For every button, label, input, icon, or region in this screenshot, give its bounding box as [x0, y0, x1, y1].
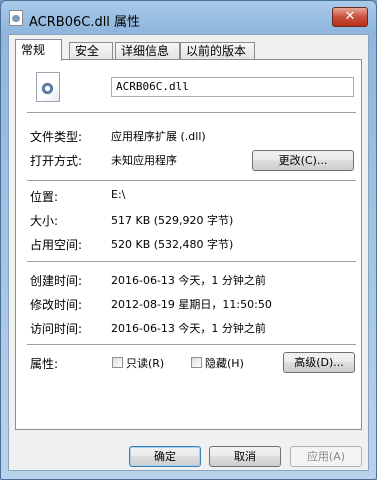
hidden-checkbox[interactable]: [191, 357, 202, 368]
size-value: 517 KB (529,920 字节): [111, 214, 234, 227]
advanced-button[interactable]: 高级(D)...: [283, 352, 355, 373]
location-value: E:\: [111, 188, 126, 201]
divider: [27, 261, 356, 263]
divider: [27, 180, 356, 182]
hidden-label[interactable]: 隐藏(H): [205, 355, 244, 371]
accessed-value: 2016-06-13 今天，1 分钟之前: [111, 322, 266, 335]
attributes-label: 属性:: [30, 357, 59, 371]
created-label: 创建时间:: [30, 274, 83, 288]
file-name-field[interactable]: ACRB06C.dll: [111, 77, 354, 97]
location-label: 位置:: [30, 190, 59, 204]
change-button[interactable]: 更改(C)...: [252, 150, 354, 171]
size-label: 大小:: [30, 214, 59, 228]
apply-button[interactable]: 应用(A): [290, 446, 362, 467]
created-value: 2016-06-13 今天，1 分钟之前: [111, 274, 266, 287]
cancel-button[interactable]: 取消: [209, 446, 281, 467]
modified-value: 2012-08-19 星期日，11:50:50: [111, 298, 272, 311]
tab-security[interactable]: 安全: [69, 42, 113, 60]
opens-with-label: 打开方式:: [30, 154, 83, 168]
tab-previous-versions[interactable]: 以前的版本: [180, 42, 255, 60]
size-on-disk-label: 占用空间:: [30, 238, 83, 252]
readonly-label[interactable]: 只读(R): [126, 355, 164, 371]
tab-general[interactable]: 常规: [15, 39, 62, 61]
general-tab-panel: ACRB06C.dll 文件类型: 应用程序扩展 (.dll) 打开方式: 未知…: [15, 59, 362, 430]
divider: [27, 344, 356, 346]
dll-gear-icon: [36, 72, 60, 102]
modified-label: 修改时间:: [30, 298, 83, 312]
file-type-label: 文件类型:: [30, 130, 83, 144]
accessed-label: 访问时间:: [30, 322, 83, 336]
dialog-client-area: 常规 安全 详细信息 以前的版本 ACRB06C.dll 文件类型: 应用程序扩…: [8, 34, 369, 471]
window-title: ACRB06C.dll 属性: [29, 15, 141, 30]
close-button[interactable]: ✕: [332, 7, 368, 27]
size-on-disk-value: 520 KB (532,480 字节): [111, 238, 234, 251]
properties-window: ACRB06C.dll 属性 ✕ 常规 安全 详细信息 以前的版本 ACRB06…: [0, 0, 377, 480]
ok-button[interactable]: 确定: [129, 446, 201, 467]
title-bar[interactable]: ACRB06C.dll 属性 ✕: [1, 1, 376, 35]
opens-with-value: 未知应用程序: [111, 154, 177, 167]
dll-file-icon: [9, 10, 23, 26]
tab-details[interactable]: 详细信息: [115, 42, 180, 60]
readonly-checkbox[interactable]: [112, 357, 123, 368]
divider: [27, 112, 356, 114]
file-type-value: 应用程序扩展 (.dll): [111, 130, 206, 143]
